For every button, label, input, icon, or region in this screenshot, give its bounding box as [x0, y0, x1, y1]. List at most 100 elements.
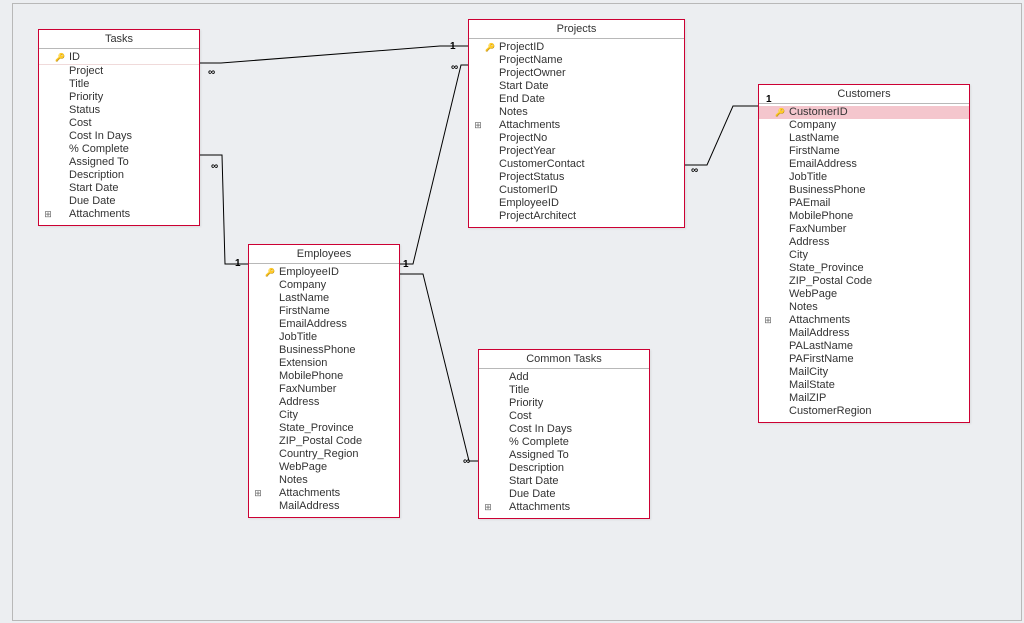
field-row[interactable]: Assigned To [39, 156, 199, 169]
field-row[interactable]: Start Date [479, 475, 649, 488]
field-row[interactable]: WebPage [249, 461, 399, 474]
expand-icon[interactable]: ⊞ [483, 501, 493, 514]
table-header[interactable]: Common Tasks [479, 350, 649, 369]
table-customers[interactable]: Customers 🔑CustomerIDCompanyLastNameFirst… [758, 84, 970, 423]
field-row[interactable]: ZIP_Postal Code [759, 275, 969, 288]
field-row[interactable]: Description [39, 169, 199, 182]
field-row[interactable]: PAEmail [759, 197, 969, 210]
field-row[interactable]: Title [479, 384, 649, 397]
field-row[interactable]: Project [39, 65, 199, 78]
table-header[interactable]: Projects [469, 20, 684, 39]
field-row[interactable]: JobTitle [249, 331, 399, 344]
field-row[interactable]: FirstName [759, 145, 969, 158]
relationship-line[interactable] [198, 155, 248, 264]
field-row[interactable]: Start Date [469, 80, 684, 93]
field-row[interactable]: WebPage [759, 288, 969, 301]
field-row[interactable]: City [759, 249, 969, 262]
relationship-line[interactable] [398, 65, 468, 264]
expand-icon[interactable]: ⊞ [43, 208, 53, 221]
field-row[interactable]: ProjectNo [469, 132, 684, 145]
field-row[interactable]: PAFirstName [759, 353, 969, 366]
field-row[interactable]: LastName [759, 132, 969, 145]
table-header[interactable]: Tasks [39, 30, 199, 49]
field-row[interactable]: City [249, 409, 399, 422]
field-row[interactable]: MailZIP [759, 392, 969, 405]
field-row[interactable]: Cost [39, 117, 199, 130]
field-row[interactable]: MailState [759, 379, 969, 392]
field-row[interactable]: Country_Region [249, 448, 399, 461]
field-row[interactable]: FaxNumber [759, 223, 969, 236]
field-row[interactable]: 🔑ID [39, 51, 199, 65]
field-row[interactable]: ⊞Attachments [469, 119, 684, 132]
field-row[interactable]: Notes [469, 106, 684, 119]
field-row[interactable]: ProjectArchitect [469, 210, 684, 223]
field-row[interactable]: EmployeeID [469, 197, 684, 210]
field-row[interactable]: Notes [759, 301, 969, 314]
relationship-line[interactable] [683, 106, 758, 165]
field-row[interactable]: FirstName [249, 305, 399, 318]
field-row[interactable]: Assigned To [479, 449, 649, 462]
field-row[interactable]: ⊞Attachments [759, 314, 969, 327]
field-row[interactable]: MobilePhone [759, 210, 969, 223]
field-row[interactable]: ⊞Attachments [39, 208, 199, 221]
field-row[interactable]: End Date [469, 93, 684, 106]
field-row[interactable]: ⊞Attachments [249, 487, 399, 500]
field-row[interactable]: FaxNumber [249, 383, 399, 396]
field-row[interactable]: Cost In Days [479, 423, 649, 436]
field-row[interactable]: Due Date [479, 488, 649, 501]
field-row[interactable]: 🔑ProjectID [469, 41, 684, 54]
field-row[interactable]: Priority [39, 91, 199, 104]
field-row[interactable]: % Complete [39, 143, 199, 156]
table-projects[interactable]: Projects 🔑ProjectIDProjectNameProjectOwne… [468, 19, 685, 228]
field-row[interactable]: % Complete [479, 436, 649, 449]
field-row[interactable]: MailCity [759, 366, 969, 379]
field-row[interactable]: 🔑CustomerID [759, 106, 969, 119]
field-row[interactable]: State_Province [249, 422, 399, 435]
field-row[interactable]: Address [249, 396, 399, 409]
field-row[interactable]: Notes [249, 474, 399, 487]
field-row[interactable]: LastName [249, 292, 399, 305]
field-row[interactable]: State_Province [759, 262, 969, 275]
field-row[interactable]: ZIP_Postal Code [249, 435, 399, 448]
field-row[interactable]: PALastName [759, 340, 969, 353]
relationship-canvas[interactable]: Tasks🔑IDProjectTitlePriorityStatusCostCo… [12, 3, 1022, 621]
field-row[interactable]: Start Date [39, 182, 199, 195]
field-row[interactable]: Cost In Days [39, 130, 199, 143]
field-row[interactable]: CustomerRegion [759, 405, 969, 418]
field-row[interactable]: ProjectOwner [469, 67, 684, 80]
field-row[interactable]: 🔑EmployeeID [249, 266, 399, 279]
field-row[interactable]: CustomerID [469, 184, 684, 197]
table-employees[interactable]: Employees 🔑EmployeeIDCompanyLastNameFirst… [248, 244, 400, 518]
field-row[interactable]: CustomerContact [469, 158, 684, 171]
field-row[interactable]: MobilePhone [249, 370, 399, 383]
field-row[interactable]: MailAddress [759, 327, 969, 340]
field-row[interactable]: JobTitle [759, 171, 969, 184]
field-row[interactable]: ProjectName [469, 54, 684, 67]
field-row[interactable]: Address [759, 236, 969, 249]
expand-icon[interactable]: ⊞ [763, 314, 773, 327]
field-row[interactable]: MailAddress [249, 500, 399, 513]
field-row[interactable]: ProjectStatus [469, 171, 684, 184]
field-row[interactable]: EmailAddress [759, 158, 969, 171]
field-row[interactable]: Description [479, 462, 649, 475]
field-row[interactable]: Add [479, 371, 649, 384]
field-row[interactable]: Priority [479, 397, 649, 410]
table-commonTasks[interactable]: Common TasksAddTitlePriorityCostCost In … [478, 349, 650, 519]
table-header[interactable]: Customers [759, 85, 969, 104]
field-row[interactable]: ⊞Attachments [479, 501, 649, 514]
expand-icon[interactable]: ⊞ [253, 487, 263, 500]
field-row[interactable]: ProjectYear [469, 145, 684, 158]
field-row[interactable]: EmailAddress [249, 318, 399, 331]
expand-icon[interactable]: ⊞ [473, 119, 483, 132]
field-row[interactable]: Due Date [39, 195, 199, 208]
field-row[interactable]: BusinessPhone [249, 344, 399, 357]
relationship-line[interactable] [198, 46, 468, 63]
table-tasks[interactable]: Tasks🔑IDProjectTitlePriorityStatusCostCo… [38, 29, 200, 226]
field-row[interactable]: Company [249, 279, 399, 292]
table-header[interactable]: Employees [249, 245, 399, 264]
field-row[interactable]: Company [759, 119, 969, 132]
field-row[interactable]: BusinessPhone [759, 184, 969, 197]
relationship-line[interactable] [398, 274, 478, 461]
field-row[interactable]: Extension [249, 357, 399, 370]
field-row[interactable]: Status [39, 104, 199, 117]
